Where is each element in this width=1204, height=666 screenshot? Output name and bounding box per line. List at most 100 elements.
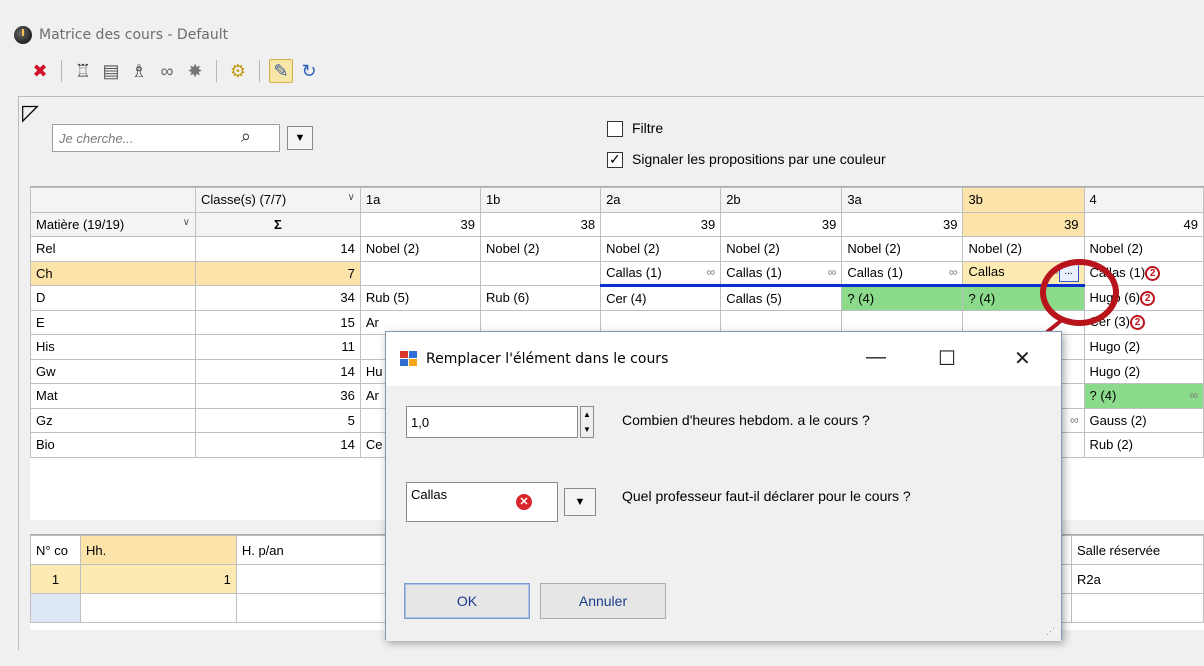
- course-cell[interactable]: Callas (5): [720, 285, 843, 311]
- filter-checkbox[interactable]: [607, 121, 623, 137]
- course-cell-text: Nobel (2): [606, 241, 660, 257]
- course-hours-year-cell[interactable]: [235, 564, 387, 594]
- course-cell[interactable]: Nobel (2): [359, 236, 481, 262]
- new-row-cell[interactable]: [79, 593, 237, 623]
- settings-icon[interactable]: ⚙: [226, 59, 250, 83]
- course-cell[interactable]: Cer (4): [600, 285, 722, 311]
- course-cell[interactable]: Rub (5): [359, 285, 481, 311]
- subject-row-header[interactable]: D: [30, 285, 196, 311]
- course-cell-text: Callas (1): [606, 265, 662, 281]
- conflict-count-badge: 2: [1145, 266, 1161, 282]
- course-cell[interactable]: [479, 260, 602, 286]
- subject-sum-cell: 36: [194, 383, 361, 409]
- classes-filter-header[interactable]: Classe(s) (7/7) ∨: [194, 187, 361, 213]
- course-room-cell[interactable]: R2a: [1071, 564, 1204, 594]
- class-column-header[interactable]: 3a: [841, 187, 964, 213]
- hours-question-label: Combien d'heures hebdom. a le cours ?: [622, 412, 870, 428]
- resize-grip-icon[interactable]: ⋰: [1046, 626, 1055, 637]
- new-row-cell[interactable]: [235, 593, 387, 623]
- class-column-header[interactable]: 2b: [720, 187, 843, 213]
- link-icon: ∞: [948, 265, 958, 280]
- hours-input[interactable]: 1,0: [406, 406, 578, 438]
- class-column-header[interactable]: 3b: [962, 187, 1085, 213]
- teacher-icon[interactable]: ♖: [71, 59, 95, 83]
- sigma-header: Σ: [194, 211, 361, 237]
- delete-icon[interactable]: ✖: [28, 59, 52, 83]
- subject-row-header[interactable]: Mat: [30, 383, 196, 409]
- col-header-hours-year[interactable]: H. p/an: [235, 535, 387, 565]
- chevron-down-icon[interactable]: ∨: [183, 217, 190, 228]
- course-cell[interactable]: [359, 260, 481, 286]
- magic-icon[interactable]: ✸: [183, 59, 207, 83]
- new-row-cell[interactable]: [1071, 593, 1204, 623]
- teacher-dropdown-button[interactable]: ▼: [564, 488, 596, 516]
- course-cell[interactable]: Nobel (2): [479, 236, 602, 262]
- refresh-icon[interactable]: ↻: [297, 59, 321, 83]
- course-cell[interactable]: Nobel (2): [1083, 236, 1204, 262]
- cancel-button[interactable]: Annuler: [540, 583, 666, 619]
- clear-icon[interactable]: ✕: [516, 494, 532, 510]
- course-cell[interactable]: Hugo (2): [1083, 358, 1204, 384]
- teacher-class-icon[interactable]: ♗: [127, 59, 151, 83]
- course-cell[interactable]: Nobel (2): [962, 236, 1085, 262]
- class-column-header[interactable]: 2a: [600, 187, 722, 213]
- chevron-down-icon[interactable]: ∨: [348, 192, 355, 203]
- classes-icon[interactable]: ▤: [99, 59, 123, 83]
- minimize-button[interactable]: —: [866, 346, 886, 369]
- edit-mode-icon[interactable]: ✎: [269, 59, 293, 83]
- course-cell[interactable]: Callas (1) ∞: [600, 260, 722, 287]
- subject-sum-cell: 14: [194, 432, 361, 458]
- hours-spinner[interactable]: ▲ ▼: [580, 406, 594, 438]
- subject-sum-cell: 34: [194, 285, 361, 311]
- class-column-header[interactable]: 4: [1083, 187, 1204, 213]
- signal-color-label: Signaler les propositions par une couleu…: [632, 151, 886, 167]
- col-header-hours[interactable]: Hh.: [79, 535, 237, 565]
- course-cell[interactable]: Gauss (2): [1083, 407, 1204, 433]
- course-cell[interactable]: Callas (1) ∞: [720, 260, 843, 287]
- mouse-pointer-icon: ◸: [22, 100, 39, 125]
- course-cell[interactable]: Nobel (2): [600, 236, 722, 262]
- search-dropdown-button[interactable]: ▼: [287, 126, 313, 150]
- teacher-input[interactable]: Callas: [406, 482, 558, 522]
- course-cell[interactable]: ? (4) ∞: [1083, 383, 1204, 409]
- subject-row-header[interactable]: E: [30, 309, 196, 335]
- subject-filter-header[interactable]: Matière (19/19) ∨: [30, 211, 196, 237]
- replace-element-dialog: Remplacer l'élément dans le cours — ☐ ✕ …: [385, 331, 1062, 641]
- toolbar: ✖ ♖ ▤ ♗ ∞ ✸ ⚙ ✎ ↻: [28, 54, 321, 88]
- course-cell-text: Gauss (2): [1089, 412, 1147, 428]
- course-cell[interactable]: Rub (6): [479, 285, 602, 311]
- close-button[interactable]: ✕: [1014, 346, 1031, 371]
- course-cell-text: Ce: [365, 437, 383, 453]
- col-header-number[interactable]: N° co: [30, 535, 81, 565]
- subject-row-header[interactable]: Rel: [30, 236, 196, 262]
- course-cell[interactable]: Hugo (2): [1083, 334, 1204, 360]
- col-header-room[interactable]: Salle réservée: [1071, 535, 1204, 565]
- link-icon: ∞: [827, 265, 837, 280]
- course-cell[interactable]: Callas (1) ∞: [841, 260, 964, 287]
- class-column-header[interactable]: 1b: [479, 187, 602, 213]
- subject-row-header[interactable]: Gw: [30, 358, 196, 384]
- link-icon: ∞: [1189, 388, 1198, 403]
- class-total-cell: 39: [720, 211, 843, 237]
- maximize-button[interactable]: ☐: [938, 346, 956, 371]
- ok-button[interactable]: OK: [404, 583, 530, 619]
- subject-sum-cell: 14: [194, 358, 361, 384]
- link-icon[interactable]: ∞: [155, 59, 179, 83]
- annotation-circle: [1040, 259, 1119, 326]
- course-cell[interactable]: Nobel (2): [720, 236, 843, 262]
- subject-row-header[interactable]: His: [30, 334, 196, 360]
- search-icon[interactable]: ⌕: [241, 126, 251, 147]
- signal-color-checkbox[interactable]: [607, 151, 623, 168]
- course-hours-cell[interactable]: 1: [79, 564, 237, 594]
- new-row-cell[interactable]: [30, 593, 81, 623]
- class-column-header[interactable]: 1a: [359, 187, 481, 213]
- subject-row-header[interactable]: Bio: [30, 432, 196, 458]
- course-cell[interactable]: Nobel (2): [841, 236, 964, 262]
- subject-row-header[interactable]: Gz: [30, 407, 196, 433]
- course-cell[interactable]: Rub (2): [1083, 432, 1204, 458]
- subject-row-header[interactable]: Ch: [30, 260, 196, 286]
- course-number-cell[interactable]: 1: [30, 564, 81, 594]
- ok-label: OK: [456, 593, 478, 609]
- course-cell[interactable]: ? (4): [841, 285, 964, 311]
- search-input[interactable]: Je cherche... ⌕: [52, 124, 280, 152]
